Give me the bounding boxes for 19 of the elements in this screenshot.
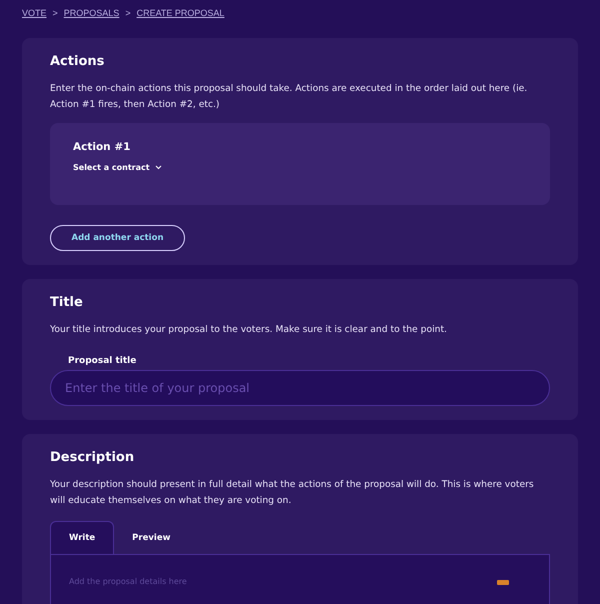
- breadcrumb-separator: >: [52, 8, 58, 20]
- section-heading: Description: [50, 450, 136, 465]
- section-heading: Actions: [50, 54, 106, 69]
- breadcrumb-link[interactable]: CREATE PROPOSAL: [136, 8, 224, 38]
- breadcrumb-separator: >: [125, 8, 131, 20]
- section-description: Enter the on-chain actions this proposal should take. Actions are executed in the order laid out here (ie. Action #1 fires, then Action #2, etc.): [50, 82, 528, 112]
- section-description: Your description should present in full detail what the actions of the proposal will do. This is where voters will educate themselves on what they are voting on.: [50, 478, 535, 508]
- breadcrumb-link[interactable]: PROPOSALS: [64, 8, 120, 38]
- action-title: Action #1: [73, 141, 132, 153]
- add-action-button[interactable]: Add another action: [50, 225, 185, 251]
- editor-placeholder: Add the proposal details here: [69, 577, 187, 586]
- contract-dropdown[interactable]: Select a contract: [73, 163, 162, 172]
- section-description: Your title introduces your proposal to the voters. Make sure it is clear and to the point.: [50, 323, 448, 337]
- editor-tab[interactable]: Write: [50, 521, 114, 554]
- field-label: Proposal title: [68, 356, 136, 366]
- editor-tab[interactable]: Preview: [114, 521, 188, 554]
- title-input-field[interactable]: Enter the title of your proposal: [50, 370, 550, 406]
- breadcrumb-link[interactable]: VOTE: [22, 8, 47, 38]
- section-heading: Title: [50, 295, 84, 310]
